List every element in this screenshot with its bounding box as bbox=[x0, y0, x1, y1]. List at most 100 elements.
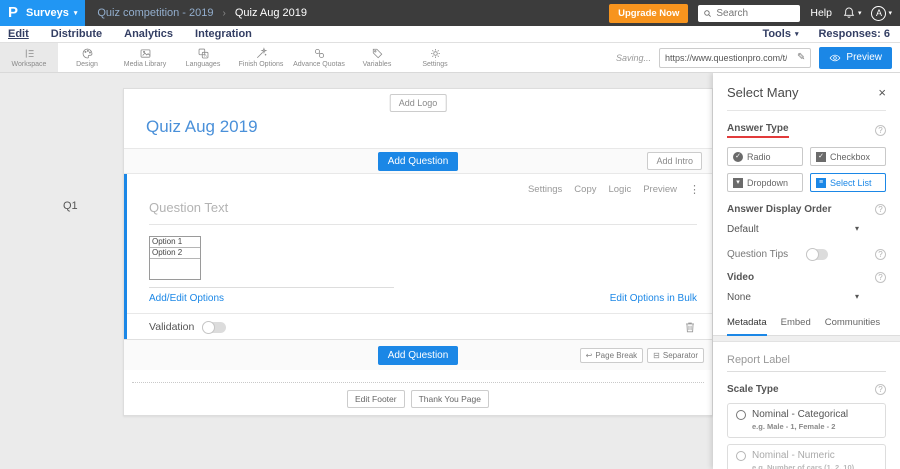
thank-you-page-button[interactable]: Thank You Page bbox=[410, 390, 489, 408]
chevron-down-icon: ▾ bbox=[888, 9, 892, 17]
help-circle-icon[interactable]: ? bbox=[875, 204, 886, 215]
page-tools: ↩ Page Break ⊟ Separator bbox=[579, 347, 704, 363]
question-text-input[interactable]: Question Text bbox=[149, 200, 697, 225]
scale-type-row: Scale Type ? bbox=[727, 384, 886, 395]
nav-item-distribute[interactable]: Distribute bbox=[51, 28, 102, 40]
help-circle-icon[interactable]: ? bbox=[875, 384, 886, 395]
add-intro-button[interactable]: Add Intro bbox=[647, 152, 702, 170]
breadcrumb-parent[interactable]: Quiz competition - 2019 bbox=[97, 7, 213, 19]
help-circle-icon[interactable]: ? bbox=[875, 249, 886, 260]
preview-button[interactable]: Preview bbox=[819, 46, 892, 69]
avatar: A bbox=[871, 5, 887, 21]
add-question-button[interactable]: Add Question bbox=[377, 151, 459, 171]
nav-item-integration[interactable]: Integration bbox=[195, 28, 252, 40]
page-break-button[interactable]: ↩ Page Break bbox=[579, 347, 644, 363]
video-select[interactable]: None ▾ bbox=[727, 292, 859, 303]
toolbar-item-settings[interactable]: Settings bbox=[406, 43, 464, 72]
toolbar-item-advance-quotas[interactable]: Advance Quotas bbox=[290, 43, 348, 72]
toolbar-item-label: Languages bbox=[185, 61, 221, 68]
question-actions: Settings Copy Logic Preview ⋮ bbox=[528, 183, 700, 196]
question-tips-row: Question Tips ? bbox=[727, 248, 886, 261]
question-copy-action[interactable]: Copy bbox=[574, 184, 596, 195]
edit-options-in-bulk-link[interactable]: Edit Options in Bulk bbox=[610, 293, 697, 304]
upgrade-now-button[interactable]: Upgrade Now bbox=[609, 3, 689, 23]
radio-button-icon[interactable] bbox=[736, 450, 746, 461]
toolbar-item-media-library[interactable]: Media Library bbox=[116, 43, 174, 72]
edit-footer-button[interactable]: Edit Footer bbox=[347, 390, 405, 408]
search-box[interactable] bbox=[698, 4, 801, 22]
separator-label: Separator bbox=[662, 350, 698, 360]
question-settings-panel: Select Many × Answer Type ? ✓ Radio ✓ Ch… bbox=[713, 73, 900, 469]
add-logo-button[interactable]: Add Logo bbox=[389, 94, 447, 112]
survey-url-input[interactable] bbox=[660, 52, 793, 63]
tools-menu-label: Tools bbox=[762, 28, 791, 40]
chevron-down-icon: ▾ bbox=[854, 224, 859, 233]
toolbar-item-workspace[interactable]: Workspace bbox=[0, 43, 58, 72]
answer-type-option-label: Checkbox bbox=[830, 151, 871, 162]
scale-option-row: Nominal - Categorical bbox=[736, 409, 877, 420]
tools-menu[interactable]: Tools ▾ bbox=[762, 28, 798, 40]
help-circle-icon[interactable]: ? bbox=[875, 272, 886, 283]
question-tips-toggle[interactable] bbox=[806, 248, 829, 261]
add-question-button-2[interactable]: Add Question bbox=[377, 345, 459, 365]
edit-url-pencil-icon[interactable]: ✎ bbox=[792, 52, 810, 63]
more-options-icon[interactable]: ⋮ bbox=[689, 183, 700, 196]
chevron-down-icon: ▾ bbox=[73, 9, 78, 17]
account-menu[interactable]: A ▾ bbox=[871, 5, 892, 21]
toolbar-item-label: Settings bbox=[422, 61, 448, 68]
answer-display-order-label: Answer Display Order bbox=[727, 204, 832, 215]
option-item[interactable]: Option 2 bbox=[150, 247, 200, 259]
add-edit-options-link[interactable]: Add/Edit Options bbox=[149, 293, 224, 304]
surveys-menu[interactable]: Surveys ▾ bbox=[26, 7, 77, 19]
toolbar-item-variables[interactable]: Variables bbox=[348, 43, 406, 72]
notifications-menu[interactable]: ▾ bbox=[842, 6, 861, 20]
validation-toggle[interactable] bbox=[202, 320, 227, 334]
delete-question-button[interactable] bbox=[683, 320, 697, 334]
question-logic-action[interactable]: Logic bbox=[608, 184, 631, 195]
tab-embed[interactable]: Embed bbox=[781, 317, 811, 335]
toolbar-item-design[interactable]: Design bbox=[58, 43, 116, 72]
help-circle-icon[interactable]: ? bbox=[875, 125, 886, 136]
answer-type-dropdown[interactable]: ▾ Dropdown bbox=[727, 173, 803, 192]
answer-type-select-list[interactable]: ≡ Select List bbox=[810, 173, 886, 192]
scale-option-nominal-categorical[interactable]: Nominal - Categorical e.g. Male - 1, Fem… bbox=[727, 403, 886, 438]
radio-button-icon[interactable] bbox=[736, 409, 746, 420]
surveys-menu-label: Surveys bbox=[26, 7, 69, 19]
responses-count[interactable]: Responses: 6 bbox=[818, 28, 890, 40]
canvas-header: Add Logo Quiz Aug 2019 bbox=[124, 89, 712, 148]
svg-text:A: A bbox=[203, 53, 206, 58]
chevron-down-icon: ▾ bbox=[854, 292, 859, 301]
search-input[interactable] bbox=[716, 7, 795, 19]
eye-icon bbox=[830, 54, 841, 61]
nav-item-edit[interactable]: Edit bbox=[8, 28, 29, 40]
separator-button[interactable]: ⊟ Separator bbox=[647, 347, 704, 363]
survey-title[interactable]: Quiz Aug 2019 bbox=[146, 117, 258, 137]
answer-type-option-label: Select List bbox=[830, 177, 872, 188]
validation-label: Validation bbox=[149, 321, 195, 333]
panel-section-band bbox=[713, 336, 900, 342]
panel-tabs: Metadata Embed Communities bbox=[713, 317, 900, 336]
answer-type-checkbox[interactable]: ✓ Checkbox bbox=[810, 147, 886, 166]
answer-display-order-select[interactable]: Default ▾ bbox=[727, 224, 859, 235]
breadcrumb-current[interactable]: Quiz Aug 2019 bbox=[235, 7, 307, 19]
question-settings-action[interactable]: Settings bbox=[528, 184, 562, 195]
tab-metadata[interactable]: Metadata bbox=[727, 317, 767, 336]
close-icon[interactable]: × bbox=[878, 86, 886, 99]
topbar-right: Upgrade Now Help ▾ A ▾ bbox=[609, 3, 900, 23]
toolbar-item-finish-options[interactable]: Finish Options bbox=[232, 43, 290, 72]
select-list-preview[interactable]: Option 1 Option 2 bbox=[149, 236, 201, 280]
validation-row: Validation bbox=[149, 320, 227, 334]
scale-option-nominal-numeric[interactable]: Nominal - Numeric e.g. Number of cars (1… bbox=[727, 444, 886, 469]
tab-communities[interactable]: Communities bbox=[825, 317, 880, 335]
nav-item-analytics[interactable]: Analytics bbox=[124, 28, 173, 40]
answer-type-radio[interactable]: ✓ Radio bbox=[727, 147, 803, 166]
canvas-spacer bbox=[124, 370, 712, 382]
help-link[interactable]: Help bbox=[810, 7, 832, 19]
toolbar-item-languages[interactable]: A Languages bbox=[174, 43, 232, 72]
page-break-label: Page Break bbox=[595, 350, 638, 360]
report-label-input[interactable] bbox=[727, 354, 886, 372]
breadcrumb: Quiz competition - 2019 › Quiz Aug 2019 bbox=[97, 7, 307, 19]
gear-icon bbox=[430, 49, 440, 58]
bell-icon bbox=[843, 7, 855, 18]
question-preview-action[interactable]: Preview bbox=[643, 184, 677, 195]
